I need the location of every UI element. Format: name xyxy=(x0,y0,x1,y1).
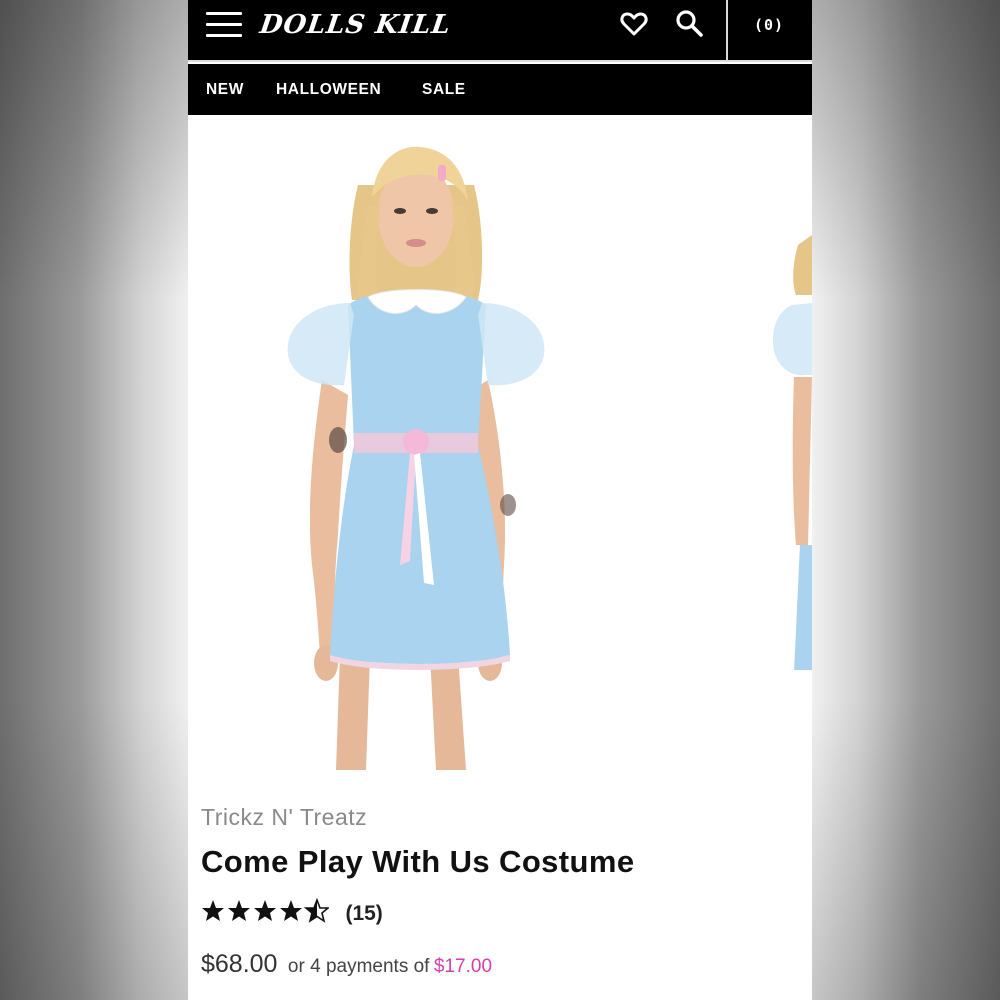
product-photo xyxy=(287,146,812,770)
nav-item-halloween[interactable]: HALLOWEEN xyxy=(276,64,381,115)
menu-icon[interactable] xyxy=(206,10,244,40)
star-icon xyxy=(228,900,250,921)
category-nav: NEW HALLOWEEN SALE xyxy=(188,64,812,115)
product-brand[interactable]: Trickz N' Treatz xyxy=(201,804,367,831)
header-divider xyxy=(188,60,812,62)
price-row: $68.00 or 4 payments of $17.00 xyxy=(201,950,492,979)
half-star-icon xyxy=(305,899,329,922)
phone-screen: DOLLS KILL (0) NEW HALLOWEEN SALE Trickz… xyxy=(188,0,812,1000)
search-icon[interactable] xyxy=(674,8,706,40)
heart-icon[interactable] xyxy=(618,8,650,40)
star-icon xyxy=(254,900,276,921)
installment-amount[interactable]: $17.00 xyxy=(434,956,492,977)
product-rating[interactable]: (15) xyxy=(201,898,383,928)
cart-divider xyxy=(726,0,728,62)
logo[interactable]: DOLLS KILL xyxy=(258,8,454,42)
rating-stars xyxy=(201,898,329,929)
product-title: Come Play With Us Costume xyxy=(201,844,635,879)
star-icon xyxy=(202,900,224,921)
top-bar: DOLLS KILL (0) xyxy=(188,0,812,62)
nav-item-sale[interactable]: SALE xyxy=(422,64,466,115)
nav-item-new[interactable]: NEW xyxy=(206,64,244,115)
installment-text: or 4 payments of xyxy=(287,956,430,977)
next-image-peek xyxy=(772,235,812,670)
model-figure xyxy=(287,146,545,770)
star-icon xyxy=(280,900,302,921)
product-image-carousel[interactable] xyxy=(188,115,812,775)
cart-button[interactable]: (0) xyxy=(748,10,790,40)
product-price: $68.00 xyxy=(201,950,278,978)
review-count: (15) xyxy=(345,901,383,925)
